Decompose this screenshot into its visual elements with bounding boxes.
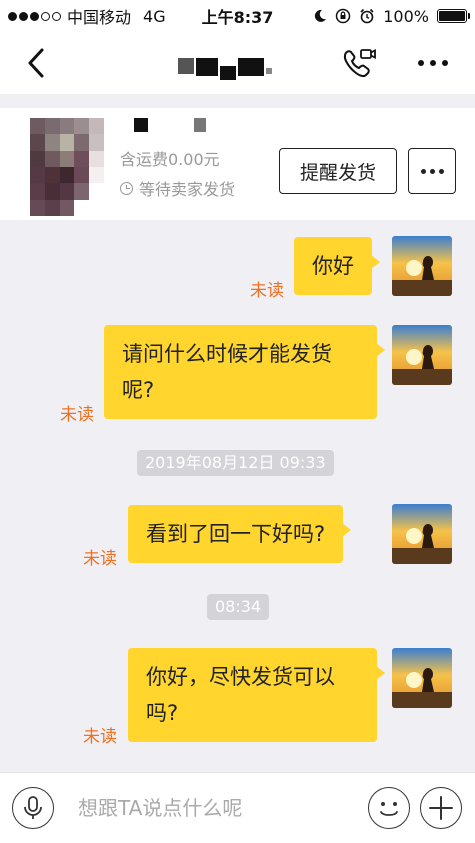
unread-label: 未读 [60,405,94,425]
signal-strength-icon [8,11,61,21]
network-label: 4G [143,6,166,26]
message-line: 请问什么时候才能发货 [122,342,332,366]
battery-icon [437,9,470,23]
product-thumbnail[interactable] [30,118,104,216]
message-bubble[interactable]: 看到了回一下好吗? [128,505,352,563]
add-button[interactable] [420,787,462,829]
message-bubble[interactable]: 你好，尽快发货可以 吗? [128,648,385,742]
microphone-icon [24,796,42,819]
voice-button[interactable] [12,787,54,829]
unread-label: 未读 [83,727,117,747]
rotation-lock-icon [336,8,351,24]
message-bubble[interactable]: 请问什么时候才能发货 呢? [104,325,385,419]
remind-ship-button[interactable]: 提醒发货 [279,148,397,194]
carrier-label: 中国移动 [67,8,132,27]
card-more-button[interactable] [408,148,456,194]
message-line: 呢? [122,378,155,402]
timestamp: 2019年08月12日 09:33 [137,450,334,476]
more-dots-icon [420,168,426,174]
status-bar: 中国移动 4G 上午8:37 100% [0,0,475,32]
call-button[interactable] [340,44,378,82]
status-left: 中国移动 4G [8,4,166,28]
chevron-left-icon [28,48,44,78]
emoji-button[interactable] [368,787,410,829]
unread-label: 未读 [250,281,284,301]
nav-bar [0,32,475,94]
unread-label: 未读 [83,549,117,569]
contact-name-redacted [178,58,272,80]
more-dots-icon [418,60,424,66]
timestamp: 08:34 [207,594,270,620]
status-right: 100% [313,6,470,26]
avatar[interactable] [392,504,452,564]
message-bubble[interactable]: 你好 [294,237,380,295]
smiley-icon [380,802,398,816]
product-card: 含运费0.00元 等待卖家发货 提醒发货 [0,108,475,220]
avatar[interactable] [392,325,452,385]
phone-video-icon [343,49,376,78]
clock-icon [120,181,133,195]
message-input[interactable] [78,793,348,823]
battery-label: 100% [383,6,429,26]
status-time: 上午8:37 [201,8,274,27]
input-bar [0,772,475,843]
avatar[interactable] [392,648,452,708]
alarm-icon [360,8,374,24]
back-button[interactable] [22,46,52,80]
message-line: 你好，尽快发货可以 [146,665,335,689]
shipping-fee: 含运费0.00元 [120,150,220,169]
moon-icon [315,9,327,22]
product-name-redacted [134,118,206,132]
order-status: 等待卖家发货 [120,176,235,200]
plus-icon [429,796,453,820]
order-status-label: 等待卖家发货 [139,180,236,199]
avatar[interactable] [392,236,452,296]
message-line: 吗? [146,701,179,725]
more-button[interactable] [418,56,454,70]
